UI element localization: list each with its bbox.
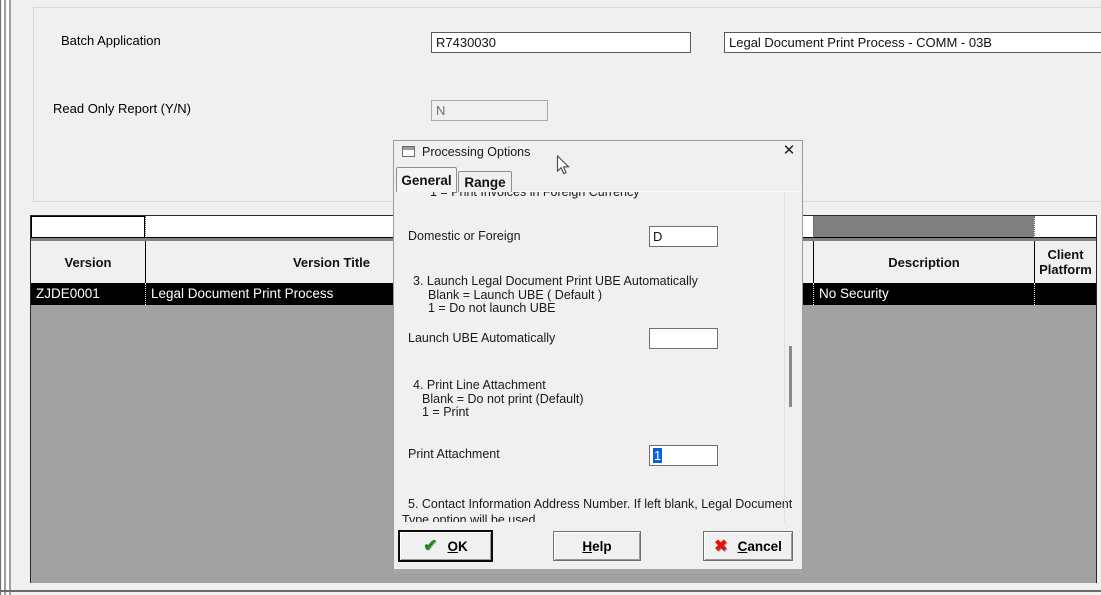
cursor-arrow-icon <box>556 155 570 175</box>
window-bottom-edge <box>0 590 1101 592</box>
option5-title-line1: 5. Contact Information Address Number. I… <box>408 497 793 511</box>
processing-options-content: 1 = Print Invoices in Foreign Currency D… <box>394 191 802 522</box>
ok-button-label: OK <box>447 538 468 554</box>
batch-application-description-field: Legal Document Print Process - COMM - 03… <box>724 32 1101 53</box>
splitter-groove[interactable] <box>4 0 6 595</box>
selected-text: 1 <box>653 448 663 463</box>
option3-title: 3. Launch Legal Document Print UBE Autom… <box>413 274 698 288</box>
domestic-or-foreign-input[interactable]: D <box>649 226 718 247</box>
row-client-platform-cell[interactable] <box>1034 283 1096 305</box>
window-left-edge <box>0 0 1 595</box>
tab-general[interactable]: General <box>396 167 457 192</box>
cancel-x-icon: ✖ <box>714 538 728 555</box>
launch-ube-label: Launch UBE Automatically <box>408 331 556 345</box>
close-icon[interactable]: ✕ <box>780 142 798 160</box>
processing-options-dialog: Processing Options ✕ General Range 1 = P… <box>393 140 803 573</box>
column-header-client-platform[interactable]: Client Platform <box>1034 241 1096 283</box>
option4-blank-hint: Blank = Do not print (Default) <box>422 392 584 406</box>
qbe-filter-client-platform[interactable] <box>1034 216 1096 238</box>
read-only-report-label: Read Only Report (Y/N) <box>53 101 191 116</box>
help-button[interactable]: Help <box>553 531 641 561</box>
ok-check-icon: ✔ <box>423 536 438 555</box>
dialog-title: Processing Options <box>422 145 531 159</box>
cancel-button-label: Cancel <box>737 538 782 554</box>
scrollbar-track[interactable] <box>784 192 785 522</box>
batch-application-label: Batch Application <box>61 33 161 48</box>
cancel-button[interactable]: ✖ Cancel <box>703 531 793 561</box>
row-version-cell[interactable]: ZJDE0001 <box>31 283 145 305</box>
option4-title: 4. Print Line Attachment <box>413 378 546 392</box>
print-attachment-label: Print Attachment <box>408 447 500 461</box>
window-icon <box>402 146 415 157</box>
column-header-description[interactable]: Description <box>813 241 1034 283</box>
read-only-report-input: N <box>431 100 548 121</box>
option4-one-hint: 1 = Print <box>422 405 469 419</box>
application-window: Batch Application R7430030 Legal Documen… <box>0 0 1101 595</box>
splitter-groove[interactable] <box>9 0 11 595</box>
print-attachment-input[interactable]: 1 <box>649 445 718 466</box>
qbe-filter-description <box>813 216 1034 238</box>
clipped-option-line: 1 = Print Invoices in Foreign Currency <box>430 191 640 199</box>
dialog-titlebar[interactable]: Processing Options ✕ <box>394 141 802 164</box>
option3-one-hint: 1 = Do not launch UBE <box>428 301 556 315</box>
domestic-or-foreign-label: Domestic or Foreign <box>408 229 521 243</box>
launch-ube-input[interactable] <box>649 328 718 349</box>
option3-blank-hint: Blank = Launch UBE ( Default ) <box>428 288 603 302</box>
qbe-filter-version[interactable] <box>31 216 145 238</box>
scrollbar-thumb[interactable] <box>789 346 792 407</box>
row-description-cell[interactable]: No Security <box>813 283 1034 305</box>
help-button-label: Help <box>582 538 612 554</box>
tab-range[interactable]: Range <box>458 171 512 192</box>
ok-button[interactable]: ✔ OK <box>398 530 493 562</box>
option5-title-line2: Type option will be used <box>402 513 536 522</box>
batch-application-input[interactable]: R7430030 <box>431 32 691 53</box>
column-header-version[interactable]: Version <box>31 241 145 283</box>
